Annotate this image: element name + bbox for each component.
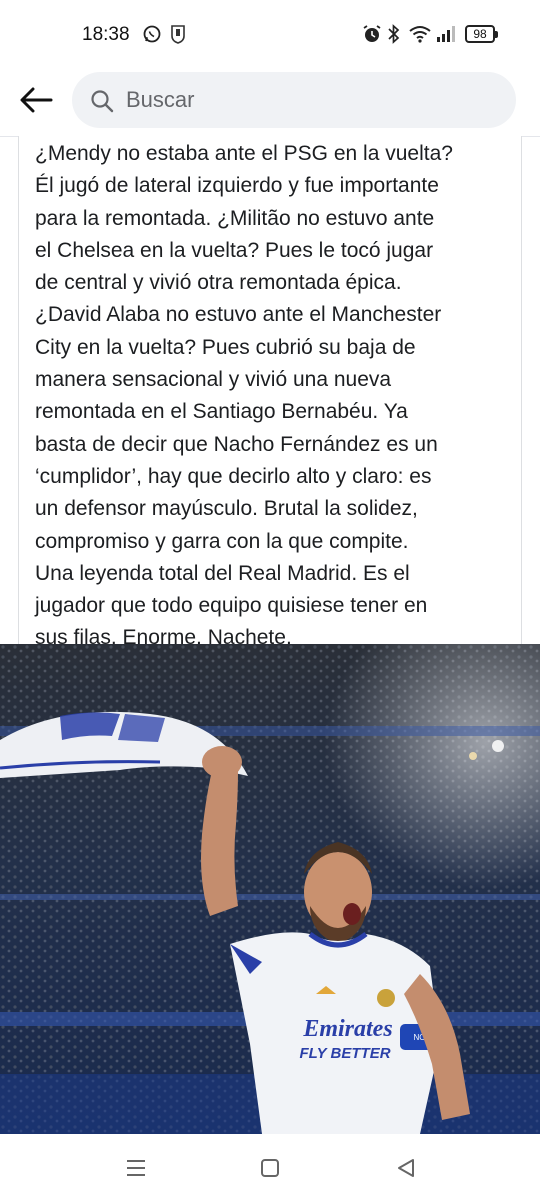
search-icon — [90, 89, 114, 118]
arrow-left-icon — [20, 87, 53, 113]
status-bar: 18:38 98 — [0, 0, 540, 68]
signal-icon — [436, 24, 458, 49]
player-celebration-photo: NO TO Emirates FLY BETTER — [0, 644, 540, 1134]
app-notification-icon — [170, 24, 186, 49]
home-icon[interactable] — [258, 1156, 282, 1180]
whatsapp-icon — [142, 24, 162, 49]
status-time: 18:38 — [82, 24, 130, 45]
back-button[interactable] — [14, 78, 58, 122]
back-icon[interactable] — [394, 1156, 418, 1180]
search-box[interactable] — [72, 72, 516, 128]
shirt-sponsor-line2: FLY BETTER — [299, 1045, 390, 1062]
alarm-icon — [362, 24, 382, 49]
post-photo[interactable]: NO TO Emirates FLY BETTER — [0, 644, 540, 1134]
post-text: ¿Mendy no estaba ante el PSG en la vuelt… — [35, 142, 453, 650]
menu-icon[interactable] — [124, 1156, 148, 1180]
bluetooth-icon — [387, 24, 401, 49]
search-header — [0, 68, 540, 137]
battery-icon: 98 — [465, 25, 498, 43]
wifi-icon — [408, 24, 432, 49]
shirt-sponsor-line1: Emirates — [302, 1016, 392, 1042]
post-card: ¿Mendy no estaba ante el PSG en la vuelt… — [18, 136, 522, 649]
search-input[interactable] — [126, 72, 496, 128]
system-nav-bar — [0, 1134, 540, 1200]
